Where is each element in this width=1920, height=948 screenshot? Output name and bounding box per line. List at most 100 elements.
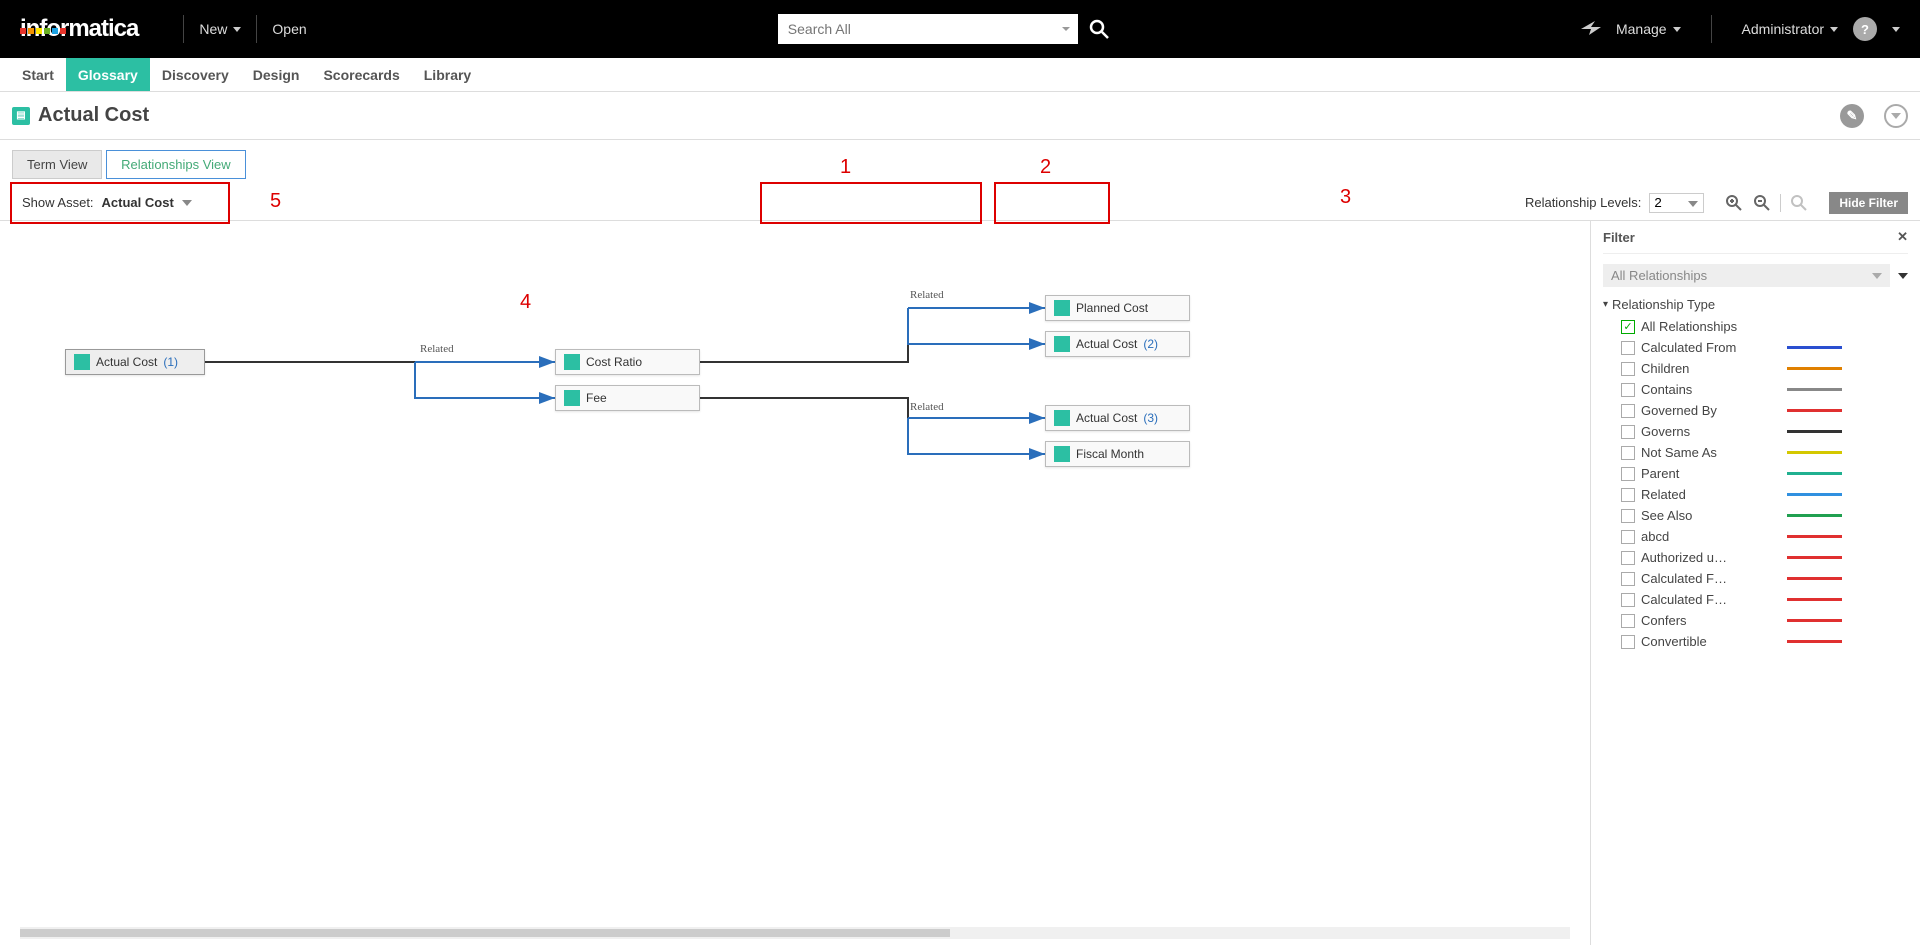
color-swatch: [1787, 409, 1842, 412]
filter-section-head[interactable]: ▾ Relationship Type: [1603, 297, 1908, 312]
checkbox[interactable]: [1621, 362, 1635, 376]
search-icon[interactable]: [1088, 18, 1110, 40]
node-planned-cost[interactable]: Planned Cost: [1045, 295, 1190, 321]
term-icon: [1054, 446, 1070, 462]
filter-row[interactable]: Calculated F…: [1603, 589, 1908, 610]
relationships-view-button[interactable]: Relationships View: [106, 150, 246, 179]
checkbox[interactable]: [1621, 635, 1635, 649]
node-actual-cost-root[interactable]: Actual Cost (1): [65, 349, 205, 375]
tab-scorecards[interactable]: Scorecards: [311, 58, 411, 91]
manage-menu[interactable]: Manage: [1616, 21, 1681, 37]
hide-filter-button[interactable]: Hide Filter: [1829, 192, 1908, 214]
filter-row[interactable]: Related: [1603, 484, 1908, 505]
horizontal-scrollbar[interactable]: [20, 927, 1570, 939]
filter-row[interactable]: Not Same As: [1603, 442, 1908, 463]
search-input[interactable]: [778, 14, 1078, 44]
checkbox[interactable]: [1621, 509, 1635, 523]
new-label: New: [199, 21, 227, 37]
term-view-button[interactable]: Term View: [12, 150, 102, 179]
checkbox[interactable]: [1621, 404, 1635, 418]
filter-row[interactable]: abcd: [1603, 526, 1908, 547]
filter-row[interactable]: Contains: [1603, 379, 1908, 400]
filter-label: Governs: [1641, 424, 1781, 439]
color-swatch: [1787, 346, 1842, 349]
close-icon[interactable]: ✕: [1897, 229, 1908, 245]
filter-row[interactable]: Governed By: [1603, 400, 1908, 421]
comment-icon[interactable]: ✎: [1840, 104, 1864, 128]
chevron-down-icon[interactable]: [1062, 27, 1070, 31]
scroll-thumb[interactable]: [20, 929, 950, 937]
checkbox[interactable]: [1621, 593, 1635, 607]
main-tabstrip: Start Glossary Discovery Design Scorecar…: [0, 58, 1920, 92]
relationship-canvas[interactable]: 4 Related Related Related Actual Cost: [0, 221, 1590, 945]
help-icon[interactable]: ?: [1853, 17, 1877, 41]
term-icon: [1054, 410, 1070, 426]
filter-row[interactable]: Parent: [1603, 463, 1908, 484]
checkbox[interactable]: [1621, 614, 1635, 628]
chevron-down-icon: [1872, 273, 1882, 279]
tab-library[interactable]: Library: [412, 58, 483, 91]
annotation-number-5: 5: [270, 190, 281, 213]
filter-row[interactable]: Confers: [1603, 610, 1908, 631]
checkbox[interactable]: [1621, 551, 1635, 565]
user-menu[interactable]: Administrator: [1742, 21, 1838, 37]
zoom-reset-button[interactable]: [1789, 193, 1809, 213]
filter-row[interactable]: Children: [1603, 358, 1908, 379]
term-icon: [74, 354, 90, 370]
node-actual-cost-2[interactable]: Actual Cost (2): [1045, 331, 1190, 357]
term-icon: ▤: [12, 107, 30, 125]
chevron-down-icon[interactable]: [1898, 273, 1908, 279]
checkbox[interactable]: [1621, 425, 1635, 439]
filter-row[interactable]: See Also: [1603, 505, 1908, 526]
edge-label: Related: [420, 343, 454, 355]
relationship-levels: Relationship Levels:: [1525, 193, 1704, 213]
color-swatch: [1787, 619, 1842, 622]
color-swatch: [1787, 598, 1842, 601]
topbar: informatica New Open Manage Administrato…: [0, 0, 1920, 58]
chevron-down-icon[interactable]: [1892, 27, 1900, 32]
checkbox[interactable]: [1621, 530, 1635, 544]
node-actual-cost-3[interactable]: Actual Cost (3): [1045, 405, 1190, 431]
filter-row[interactable]: Convertible: [1603, 631, 1908, 652]
new-menu[interactable]: New: [199, 21, 241, 37]
filter-row[interactable]: Calculated From: [1603, 337, 1908, 358]
checkbox[interactable]: [1621, 383, 1635, 397]
node-cost-ratio[interactable]: Cost Ratio: [555, 349, 700, 375]
checkbox[interactable]: [1621, 467, 1635, 481]
show-asset-selector[interactable]: Show Asset: Actual Cost: [12, 191, 202, 214]
filter-label: Contains: [1641, 382, 1781, 397]
term-icon: [564, 354, 580, 370]
chevron-down-icon: [1673, 27, 1681, 32]
filter-scope-dropdown[interactable]: All Relationships: [1603, 264, 1908, 287]
tab-glossary[interactable]: Glossary: [66, 58, 150, 91]
chevron-down-icon[interactable]: [1688, 201, 1698, 207]
color-swatch: [1787, 388, 1842, 391]
node-fiscal-month[interactable]: Fiscal Month: [1045, 441, 1190, 467]
filter-row[interactable]: Calculated F…: [1603, 568, 1908, 589]
node-fee[interactable]: Fee: [555, 385, 700, 411]
checkbox[interactable]: [1621, 572, 1635, 586]
content-area: 4 Related Related Related Actual Cost: [0, 221, 1920, 945]
checkbox[interactable]: ✓: [1621, 320, 1635, 334]
checkbox[interactable]: [1621, 446, 1635, 460]
tab-start[interactable]: Start: [10, 58, 66, 91]
flag-icon[interactable]: [1581, 21, 1601, 37]
zoom-in-button[interactable]: [1724, 193, 1744, 213]
checkbox[interactable]: [1621, 341, 1635, 355]
filter-row[interactable]: Governs: [1603, 421, 1908, 442]
filter-row[interactable]: ✓All Relationships: [1603, 316, 1908, 337]
divider: [183, 15, 184, 43]
page-header: ▤ Actual Cost ✎: [0, 92, 1920, 140]
filter-row[interactable]: Authorized u…: [1603, 547, 1908, 568]
zoom-controls: [1724, 193, 1809, 213]
zoom-out-button[interactable]: [1752, 193, 1772, 213]
checkbox[interactable]: [1621, 488, 1635, 502]
filter-rows: ✓All Relationships Calculated From Childre…: [1603, 316, 1908, 652]
expand-icon[interactable]: [1884, 104, 1908, 128]
open-menu[interactable]: Open: [272, 21, 306, 37]
filter-label: Calculated From: [1641, 340, 1781, 355]
annotation-number-2: 2: [1040, 156, 1051, 179]
tab-design[interactable]: Design: [241, 58, 312, 91]
filter-label: Calculated F…: [1641, 592, 1781, 607]
tab-discovery[interactable]: Discovery: [150, 58, 241, 91]
